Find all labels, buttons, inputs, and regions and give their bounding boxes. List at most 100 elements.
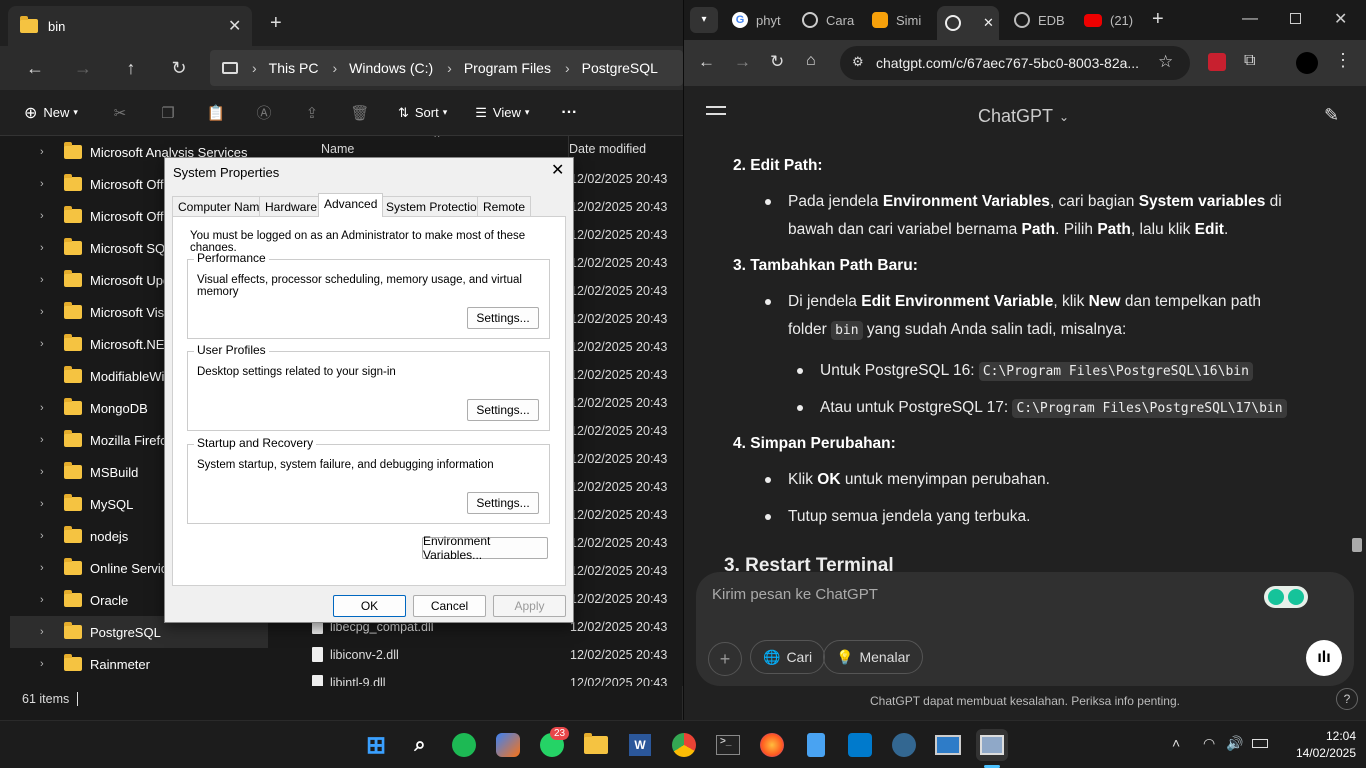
- clock-date[interactable]: 14/02/2025: [1286, 746, 1356, 760]
- sort-button[interactable]: ⇅ Sort ▾: [398, 105, 447, 121]
- more-options-icon[interactable]: ···: [561, 104, 577, 122]
- breadcrumb-drive[interactable]: Windows (C:): [349, 60, 433, 76]
- word-icon[interactable]: W: [629, 734, 651, 756]
- tab-computer-name[interactable]: Computer Name: [172, 196, 273, 216]
- reload-icon[interactable]: ↻: [770, 52, 784, 72]
- minimize-icon[interactable]: —: [1242, 10, 1258, 28]
- search-icon[interactable]: ⌕: [404, 729, 436, 761]
- chevron-right-icon: ›: [40, 402, 44, 414]
- new-button[interactable]: ⊕ New ▾: [24, 103, 78, 123]
- user-profiles-settings-button[interactable]: Settings...: [467, 399, 539, 421]
- system-properties-icon[interactable]: [980, 735, 1004, 755]
- file-date: 12/02/2025 20:43: [570, 284, 668, 298]
- address-bar[interactable]: › This PC › Windows (C:) › Program Files…: [210, 50, 683, 86]
- file-row[interactable]: libiconv-2.dll 12/02/2025 20:43: [290, 642, 683, 670]
- reason-pill[interactable]: 💡 Menalar: [823, 640, 924, 674]
- sidebar-item[interactable]: › Rainmeter: [0, 648, 270, 680]
- firefox-icon[interactable]: [760, 733, 784, 757]
- step-number: 3.: [733, 257, 746, 274]
- vscode-icon[interactable]: [848, 733, 872, 757]
- paste-icon[interactable]: 📋: [192, 104, 240, 122]
- extensions-puzzle-icon[interactable]: ⧉: [1244, 52, 1255, 70]
- terminal-icon[interactable]: >_: [716, 735, 740, 755]
- new-tab-icon[interactable]: +: [1152, 8, 1164, 31]
- extension-icon[interactable]: [1208, 53, 1226, 71]
- grammarly-widget[interactable]: [1264, 586, 1308, 608]
- voice-icon[interactable]: ılı: [1306, 640, 1342, 676]
- home-icon[interactable]: ⌂: [806, 52, 816, 70]
- folder-icon: [64, 398, 82, 415]
- omnibox[interactable]: ⚙ chatgpt.com/c/67aec767-5bc0-8003-82a..…: [840, 46, 1190, 80]
- model-selector[interactable]: ChatGPT ⌄: [978, 106, 1069, 127]
- tab-hardware[interactable]: Hardware: [259, 196, 324, 216]
- back-icon[interactable]: ←: [698, 52, 715, 72]
- remote-desktop-icon[interactable]: [935, 735, 961, 755]
- star-icon[interactable]: ☆: [1158, 52, 1173, 72]
- breadcrumb-this-pc[interactable]: This PC: [269, 60, 319, 76]
- breadcrumb-postgresql[interactable]: PostgreSQL: [582, 60, 658, 76]
- ok-button[interactable]: OK: [333, 595, 406, 617]
- help-icon[interactable]: ?: [1336, 688, 1358, 710]
- explorer-tab[interactable]: bin ✕: [8, 6, 252, 46]
- close-tab-icon[interactable]: ✕: [228, 16, 241, 36]
- file-date: 12/02/2025 20:43: [570, 508, 668, 522]
- apply-button[interactable]: Apply: [493, 595, 566, 617]
- menu-icon[interactable]: ⋮: [1334, 50, 1352, 71]
- tab-search-icon[interactable]: ▾: [690, 7, 718, 33]
- chrome-tab-active[interactable]: ✕: [937, 6, 999, 40]
- site-info-icon[interactable]: ⚙: [852, 54, 864, 70]
- file-row[interactable]: libintl-9.dll 12/02/2025 20:43: [290, 670, 683, 686]
- back-icon[interactable]: ←: [20, 46, 50, 90]
- copilot-icon[interactable]: [496, 733, 520, 757]
- column-header-date[interactable]: Date modified: [568, 136, 646, 162]
- maximize-icon[interactable]: [1290, 13, 1301, 24]
- sidebar-toggle-icon[interactable]: [706, 106, 726, 108]
- cancel-button[interactable]: Cancel: [413, 595, 486, 617]
- tab-advanced[interactable]: Advanced: [318, 193, 384, 217]
- pgadmin-icon[interactable]: [892, 733, 916, 757]
- chevron-up-icon[interactable]: ˄: [1172, 735, 1180, 751]
- cut-icon[interactable]: ✂: [96, 104, 144, 122]
- new-tab-icon[interactable]: +: [270, 12, 282, 35]
- tab-remote[interactable]: Remote: [477, 196, 532, 216]
- delete-icon[interactable]: 🗑: [336, 104, 384, 122]
- chrome-tab[interactable]: EDB: [1014, 6, 1065, 34]
- chrome-tab[interactable]: Gphyt: [732, 6, 781, 34]
- rename-icon[interactable]: Ⓐ: [240, 102, 288, 123]
- file-date: 12/02/2025 20:43: [570, 172, 668, 186]
- view-button[interactable]: ☰ View ▾: [475, 105, 529, 121]
- battery-icon[interactable]: [1252, 739, 1268, 748]
- startup-settings-button[interactable]: Settings...: [467, 492, 539, 514]
- breadcrumb-program-files[interactable]: Program Files: [464, 60, 551, 76]
- file-explorer-icon[interactable]: [584, 733, 608, 754]
- close-window-icon[interactable]: ✕: [1334, 9, 1347, 29]
- spotify-icon[interactable]: [452, 733, 476, 757]
- forward-icon[interactable]: →: [734, 52, 751, 72]
- performance-settings-button[interactable]: Settings...: [467, 307, 539, 329]
- message-input[interactable]: Kirim pesan ke ChatGPT: [712, 586, 878, 603]
- chrome-icon[interactable]: [672, 733, 696, 757]
- chrome-tab[interactable]: (21): [1084, 6, 1133, 34]
- forward-icon[interactable]: →: [68, 46, 98, 90]
- search-pill[interactable]: 🌐 Cari: [750, 640, 826, 674]
- share-icon[interactable]: ⇪: [288, 104, 336, 122]
- clock-time[interactable]: 12:04: [1310, 729, 1356, 743]
- notepad-icon[interactable]: [807, 733, 825, 757]
- new-chat-icon[interactable]: ✎: [1324, 105, 1339, 126]
- close-tab-icon[interactable]: ✕: [983, 15, 994, 31]
- volume-icon[interactable]: 🔊: [1226, 735, 1243, 752]
- scrollbar[interactable]: [1352, 152, 1362, 572]
- environment-variables-button[interactable]: Environment Variables...: [422, 534, 548, 562]
- wifi-icon[interactable]: ◠: [1203, 735, 1215, 752]
- scrollbar-thumb[interactable]: [1352, 538, 1362, 552]
- profile-avatar[interactable]: [1296, 52, 1318, 74]
- refresh-icon[interactable]: ↻: [164, 46, 194, 90]
- copy-icon[interactable]: ❐: [144, 104, 192, 122]
- chrome-tab[interactable]: Cara: [802, 6, 854, 34]
- close-icon[interactable]: ✕: [551, 160, 564, 180]
- tab-system-protection[interactable]: System Protection: [380, 196, 490, 216]
- attach-icon[interactable]: +: [708, 642, 742, 676]
- up-icon[interactable]: ↑: [116, 46, 146, 90]
- chrome-tab[interactable]: Simi: [872, 6, 921, 34]
- start-icon[interactable]: ⊞: [360, 729, 392, 761]
